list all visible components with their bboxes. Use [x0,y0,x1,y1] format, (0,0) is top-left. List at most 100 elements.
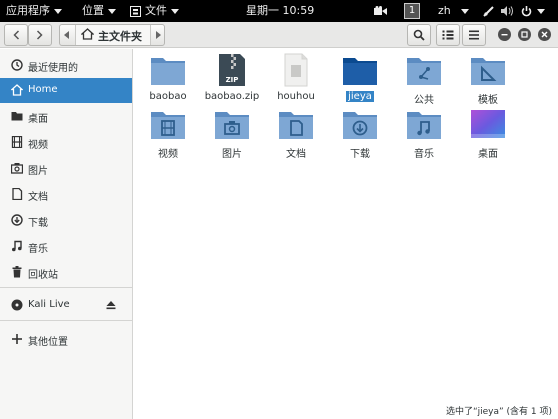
chevron-down-icon [460,8,469,14]
menu-button[interactable] [462,24,486,46]
path-bar: 主文件夹 [59,24,165,46]
file-item-pictures[interactable]: 图片 [200,107,264,160]
file-item-label: 公共 [414,95,434,106]
sidebar-item-kali-live[interactable]: Kali Live [0,293,132,318]
sidebar-item-pictures[interactable]: 图片 [0,156,132,181]
zip-icon: ZIP [219,54,245,86]
templates-folder-icon [471,58,505,85]
close-button[interactable] [538,28,551,41]
file-item-label: 图片 [222,149,242,160]
sidebar-item-recent[interactable]: 最近使用的 [0,53,132,78]
sidebar-item-label: Home [28,84,58,95]
places-menu[interactable]: 位置 [82,0,116,22]
file-item-baobao[interactable]: baobao [136,53,200,103]
video-camera-icon[interactable] [374,0,387,22]
document-icon [12,188,23,200]
file-item-label: jieya [328,91,392,102]
eject-icon[interactable] [106,300,116,310]
file-item-label: 桌面 [478,149,498,160]
clock[interactable]: 星期一 10:59 [246,0,314,22]
view-mode-button[interactable] [436,24,460,46]
sidebar-item-trash[interactable]: 回收站 [0,260,132,285]
clock-icon [11,59,23,71]
minimize-icon [501,34,508,36]
file-item-public[interactable]: 公共 [392,53,456,106]
file-item-baobao-zip[interactable]: ZIP baobao.zip [200,53,264,103]
sidebar-item-label: 其他位置 [28,337,68,348]
plus-icon [12,334,22,344]
sidebar-item-other-locations[interactable]: 其他位置 [0,327,132,352]
chevron-down-icon [537,8,545,14]
folder-icon [151,58,185,85]
sidebar-separator [0,320,132,321]
disc-icon [11,299,23,311]
language-menu[interactable]: zh [438,0,469,22]
sidebar-item-label: 回收站 [28,270,58,281]
file-item-label: 音乐 [414,149,434,160]
file-item-label: houhou [277,91,315,102]
file-item-label: baobao.zip [204,91,260,102]
pictures-folder-icon [215,112,249,139]
sidebar-item-label: 图片 [28,166,48,177]
sidebar-item-videos[interactable]: 视频 [0,130,132,155]
path-left-arrow-icon[interactable] [64,31,70,39]
file-item-desktop[interactable]: 桌面 [456,107,520,160]
applications-menu[interactable]: 应用程序 [6,0,62,22]
header-bar: 主文件夹 [0,22,558,48]
hamburger-icon [469,30,479,40]
sidebar-item-music[interactable]: 音乐 [0,234,132,259]
list-view-icon [442,30,454,40]
file-item-documents[interactable]: 文档 [264,107,328,160]
sidebar-item-label: 视频 [28,140,48,151]
file-item-music[interactable]: 音乐 [392,107,456,160]
video-icon [11,136,23,148]
file-item-jieya[interactable]: jieya [328,53,392,103]
status-bar: 选中了“jieya” (含有 1 项) [445,407,552,417]
file-item-label: 视频 [158,149,178,160]
file-item-label: 文档 [286,149,306,160]
file-item-downloads[interactable]: 下载 [328,107,392,160]
chevron-left-icon [13,30,20,40]
file-cabinet-icon [130,5,141,17]
volume-icon[interactable] [501,0,514,22]
chevron-down-icon [108,8,116,14]
places-menu-label: 位置 [82,4,104,17]
trash-icon [12,266,22,278]
file-item-label: 下载 [350,149,370,160]
back-button[interactable] [4,24,28,46]
breadcrumb-home[interactable]: 主文件夹 [75,25,151,45]
file-item-templates[interactable]: 模板 [456,53,520,106]
sidebar-item-home[interactable]: Home [0,78,132,103]
sidebar-item-desktop[interactable]: 桌面 [0,104,132,129]
forward-button[interactable] [28,24,52,46]
network-icon[interactable] [483,0,494,22]
home-icon [11,84,23,96]
desktop-icon [471,110,505,138]
file-item-label: 模板 [478,95,498,106]
downloads-folder-icon [343,112,377,139]
close-icon [541,31,548,38]
search-button[interactable] [407,24,431,46]
language-menu-label: zh [438,4,451,17]
files-app-menu[interactable]: 文件 [130,0,179,22]
documents-folder-icon [279,112,313,139]
file-item-videos[interactable]: 视频 [136,107,200,160]
maximize-button[interactable] [518,28,531,41]
workspace-indicator[interactable]: 1 [404,3,420,19]
sidebar-item-label: 音乐 [28,244,48,255]
file-grid: baobao ZIP baobao.zip houhou jieya 公共 模板… [133,49,558,419]
sidebar-item-documents[interactable]: 文档 [0,182,132,207]
maximize-icon [521,31,528,38]
search-icon [413,29,425,41]
sidebar-item-label: 下载 [28,218,48,229]
sidebar-item-label: Kali Live [28,299,70,310]
file-item-houhou[interactable]: houhou [264,53,328,103]
sidebar: 最近使用的 Home 桌面 视频 图片 文档 下载 音乐 回收站 Kali Li… [0,49,133,419]
blank-file-icon [284,53,308,87]
download-icon [11,214,23,226]
sidebar-item-downloads[interactable]: 下载 [0,208,132,233]
power-icon[interactable] [521,0,545,22]
path-right-arrow-icon[interactable] [155,31,161,39]
minimize-button[interactable] [498,28,511,41]
selected-label: jieya [346,91,374,102]
